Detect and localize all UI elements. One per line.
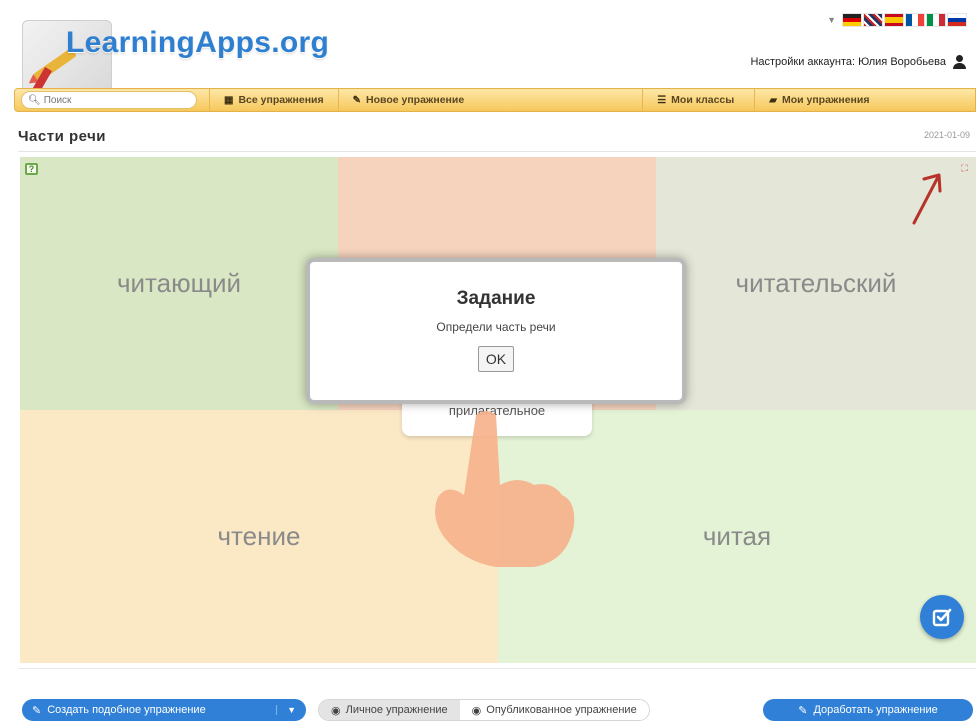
folder-icon: ▰ — [769, 94, 777, 106]
nav-all-exercises-label: Все упражнения — [238, 94, 324, 106]
help-icon[interactable]: ? — [25, 163, 38, 175]
flag-gb-icon[interactable] — [864, 14, 882, 26]
task-dialog: Задание Определи часть речи OK — [306, 258, 686, 404]
logo-text: LearningApps.org — [66, 26, 330, 59]
eye-slash-icon: ◉ — [331, 704, 341, 717]
check-answers-button[interactable] — [920, 595, 964, 639]
improve-exercise-button[interactable]: ✎ Доработать упражнение — [763, 699, 973, 721]
nav-my-exercises-label: Мои упражнения — [781, 94, 870, 106]
flag-es-icon[interactable] — [885, 14, 903, 26]
flag-ru-icon[interactable] — [948, 14, 966, 26]
ok-button[interactable]: OK — [478, 346, 514, 372]
hand-pointer-icon — [435, 411, 575, 567]
public-exercise-toggle[interactable]: ◉ Опубликованное упражнение — [459, 700, 649, 720]
flag-de-icon[interactable] — [843, 14, 861, 26]
search-icon: 🔍︎ — [28, 94, 41, 106]
chevron-down-icon[interactable]: ▼ — [276, 705, 296, 715]
eye-icon: ◉ — [471, 704, 482, 717]
category-zone-top-left[interactable]: читающий — [20, 157, 338, 410]
edit-icon: ✎ — [32, 704, 42, 717]
create-similar-button[interactable]: ✎ Создать подобное упражнение ▼ — [22, 699, 306, 721]
list-icon: ☰ — [657, 94, 667, 106]
main-nav: 🔍︎ ▦ Все упражнения ✎ Новое упражнение ☰… — [14, 88, 976, 112]
visibility-toggle: ◉ Личное упражнение ◉ Опубликованное упр… — [318, 699, 650, 721]
account-label: Настройки аккаунта: Юлия Воробьева — [750, 56, 946, 68]
exercise-date: 2021-01-09 — [923, 130, 970, 140]
divider — [18, 151, 976, 152]
divider — [18, 668, 976, 669]
improve-label: Доработать упражнение — [813, 704, 938, 716]
category-word: чтение — [217, 521, 301, 551]
pencil-icon: ✎ — [352, 94, 362, 106]
create-similar-label: Создать подобное упражнение — [47, 704, 206, 716]
arrow-icon — [912, 173, 942, 225]
language-selector[interactable]: ▼ — [827, 14, 966, 26]
flag-it-icon[interactable] — [927, 14, 945, 26]
pencil-icon: ✎ — [798, 704, 808, 717]
fullscreen-icon[interactable]: ⛶ — [958, 163, 970, 175]
search-box[interactable]: 🔍︎ — [21, 91, 197, 109]
search-input[interactable] — [43, 94, 184, 106]
public-label: Опубликованное упражнение — [486, 704, 637, 716]
category-word: читающий — [116, 268, 242, 298]
nav-my-exercises[interactable]: ▰ Мои упражнения — [754, 88, 883, 112]
grid-icon: ▦ — [224, 94, 234, 106]
nav-new-exercise-label: Новое упражнение — [366, 94, 465, 106]
category-word: читательский — [735, 268, 897, 298]
exercise-area[interactable]: читающий читательский чтение читая ? ⛶ п… — [20, 157, 976, 663]
page-title: Части речи — [18, 128, 107, 145]
user-icon — [952, 55, 966, 69]
nav-all-exercises[interactable]: ▦ Все упражнения — [209, 88, 338, 112]
page: LearningApps.org ▼ Настройки аккаунта: Ю… — [0, 0, 976, 722]
nav-new-exercise[interactable]: ✎ Новое упражнение — [337, 88, 479, 112]
account-settings-link[interactable]: Настройки аккаунта: Юлия Воробьева — [750, 55, 966, 69]
flag-fr-icon[interactable] — [906, 14, 924, 26]
category-word: читая — [702, 521, 772, 551]
logo[interactable]: LearningApps.org — [18, 6, 348, 97]
nav-my-classes[interactable]: ☰ Мои классы — [642, 88, 748, 112]
check-icon — [932, 608, 952, 627]
nav-my-classes-label: Мои классы — [671, 94, 735, 106]
chevron-down-icon[interactable]: ▼ — [827, 15, 836, 25]
private-exercise-toggle[interactable]: ◉ Личное упражнение — [319, 700, 460, 720]
dialog-title: Задание — [456, 288, 536, 309]
private-label: Личное упражнение — [345, 704, 448, 716]
dialog-text: Определи часть речи — [436, 320, 556, 334]
